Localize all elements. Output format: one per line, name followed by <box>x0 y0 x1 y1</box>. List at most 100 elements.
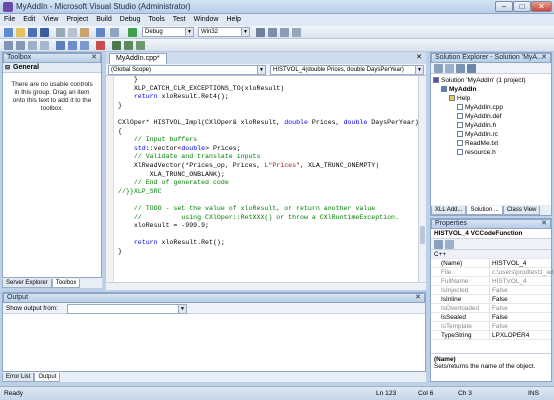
solution-platform-select[interactable]: Win32 ▼ <box>198 27 250 37</box>
property-value[interactable]: False <box>489 286 553 295</box>
member-select[interactable]: HISTVOL_4(double Prices, double DaysPerY… <box>270 65 424 75</box>
bookmark-icon[interactable] <box>56 41 65 50</box>
category-row[interactable]: C++ <box>431 250 551 259</box>
toolbox-icon[interactable] <box>292 28 301 37</box>
tab-xll-addin[interactable]: XLL Add... <box>431 206 467 215</box>
property-row[interactable]: (Name) HISTVOL_4 <box>431 259 551 268</box>
property-value[interactable]: c:\users\prodtest1_adm... <box>489 268 553 277</box>
property-value[interactable]: HISTVOL_4 <box>489 259 553 268</box>
tree-file[interactable]: MyAddIn.h <box>431 121 551 130</box>
breakpoint-icon[interactable] <box>96 41 105 50</box>
open-icon[interactable] <box>16 28 25 37</box>
tree-file[interactable]: resource.h <box>431 148 551 157</box>
menu-window[interactable]: Window <box>190 14 223 26</box>
tree-folder-help[interactable]: Help <box>431 94 551 103</box>
property-row[interactable]: FullName HISTVOL_4 <box>431 277 551 286</box>
properties-icon[interactable] <box>280 28 289 37</box>
tab-server-explorer[interactable]: Server Explorer <box>2 279 52 288</box>
cut-icon[interactable] <box>56 28 65 37</box>
menu-test[interactable]: Test <box>169 14 190 26</box>
copy-icon[interactable] <box>68 28 77 37</box>
property-value[interactable]: False <box>489 313 553 322</box>
find-icon[interactable] <box>256 28 265 37</box>
editor-vertical-scrollbar[interactable] <box>418 76 426 282</box>
save-icon[interactable] <box>28 28 37 37</box>
property-value[interactable]: HISTVOL_4 <box>489 277 553 286</box>
step-over-icon[interactable] <box>124 41 133 50</box>
property-row[interactable]: IsTemplate False <box>431 322 551 331</box>
tab-output[interactable]: Output <box>34 373 61 382</box>
property-row[interactable]: IsSealed False <box>431 313 551 322</box>
menu-view[interactable]: View <box>39 14 62 26</box>
outdent-icon[interactable] <box>16 41 25 50</box>
solution-explorer-icon[interactable] <box>268 28 277 37</box>
step-into-icon[interactable] <box>112 41 121 50</box>
new-project-icon[interactable] <box>4 28 13 37</box>
title-bar: MyAddIn - Microsoft Visual Studio (Admin… <box>0 0 554 14</box>
start-debug-icon[interactable] <box>128 28 137 37</box>
maximize-button[interactable]: □ <box>513 1 531 12</box>
editor-horizontal-scrollbar[interactable] <box>106 282 426 290</box>
menu-tools[interactable]: Tools <box>144 14 168 26</box>
minimize-button[interactable]: – <box>495 1 513 12</box>
tree-solution[interactable]: Solution 'MyAddIn' (1 project) <box>431 76 551 85</box>
paste-icon[interactable] <box>80 28 89 37</box>
tab-myaddin-cpp[interactable]: MyAddIn.cpp* <box>109 53 167 64</box>
collapse-icon[interactable]: ⊟ <box>5 63 10 73</box>
save-all-icon[interactable] <box>40 28 49 37</box>
property-row[interactable]: TypeString LPXLOPER4 <box>431 331 551 340</box>
menu-debug[interactable]: Debug <box>116 14 145 26</box>
menu-project[interactable]: Project <box>62 14 92 26</box>
close-icon[interactable]: ✕ <box>541 220 547 228</box>
close-icon[interactable]: ✕ <box>415 294 421 302</box>
property-value[interactable]: LPXLOPER4 <box>489 331 553 340</box>
property-value[interactable]: False <box>489 295 553 304</box>
property-row[interactable]: IsInline False <box>431 295 551 304</box>
close-icon[interactable]: ✕ <box>91 54 97 62</box>
code-editor[interactable]: } XLP_CATCH_CLR_EXCEPTIONS_TO(xloResult)… <box>106 76 418 282</box>
close-button[interactable]: ✕ <box>531 1 552 12</box>
alphabetical-icon[interactable] <box>445 240 454 249</box>
menu-build[interactable]: Build <box>92 14 116 26</box>
categorized-icon[interactable] <box>434 240 443 249</box>
uncomment-icon[interactable] <box>40 41 49 50</box>
step-out-icon[interactable] <box>136 41 145 50</box>
code-line: std::vector<double> Prices; <box>133 144 241 152</box>
property-row[interactable]: IsOverloaded False <box>431 304 551 313</box>
property-row[interactable]: File c:\users\prodtest1_adm... <box>431 268 553 277</box>
scroll-thumb[interactable] <box>420 226 425 244</box>
view-code-icon[interactable] <box>467 64 476 73</box>
property-value[interactable]: False <box>489 304 553 313</box>
menu-help[interactable]: Help <box>223 14 245 26</box>
close-icon[interactable]: ✕ <box>416 53 422 61</box>
tree-project[interactable]: MyAddIn <box>431 85 551 94</box>
solution-config-select[interactable]: Debug ▼ <box>142 27 194 37</box>
close-icon[interactable]: ✕ <box>541 54 547 62</box>
toolbox-section-general[interactable]: ⊟ General <box>3 63 101 73</box>
undo-icon[interactable] <box>96 28 105 37</box>
tab-toolbox[interactable]: Toolbox <box>51 279 81 288</box>
tab-class-view[interactable]: Class View <box>502 206 541 215</box>
next-bookmark-icon[interactable] <box>80 41 89 50</box>
show-all-files-icon[interactable] <box>445 64 454 73</box>
object-select[interactable]: HISTVOL_4 VCCodeFunction <box>431 229 551 239</box>
tab-solution-explorer[interactable]: Solution ... <box>466 206 503 215</box>
menu-file[interactable]: File <box>0 14 19 26</box>
comment-icon[interactable] <box>28 41 37 50</box>
tree-file[interactable]: MyAddIn.rc <box>431 130 551 139</box>
indent-icon[interactable] <box>4 41 13 50</box>
status-text: Ready <box>4 390 24 397</box>
output-source-select[interactable]: ▼ <box>67 304 187 314</box>
property-row[interactable]: IsInjected False <box>431 286 551 295</box>
redo-icon[interactable] <box>110 28 119 37</box>
refresh-icon[interactable] <box>456 64 465 73</box>
properties-icon[interactable] <box>434 64 443 73</box>
tree-file[interactable]: ReadMe.txt <box>431 139 551 148</box>
prev-bookmark-icon[interactable] <box>68 41 77 50</box>
tree-file[interactable]: MyAddIn.cpp <box>431 103 551 112</box>
menu-edit[interactable]: Edit <box>19 14 39 26</box>
tree-file[interactable]: MyAddIn.def <box>431 112 551 121</box>
property-value[interactable]: False <box>489 322 553 331</box>
tab-error-list[interactable]: Error List <box>2 373 35 382</box>
scope-select[interactable]: (Global Scope) ▼ <box>108 65 266 75</box>
